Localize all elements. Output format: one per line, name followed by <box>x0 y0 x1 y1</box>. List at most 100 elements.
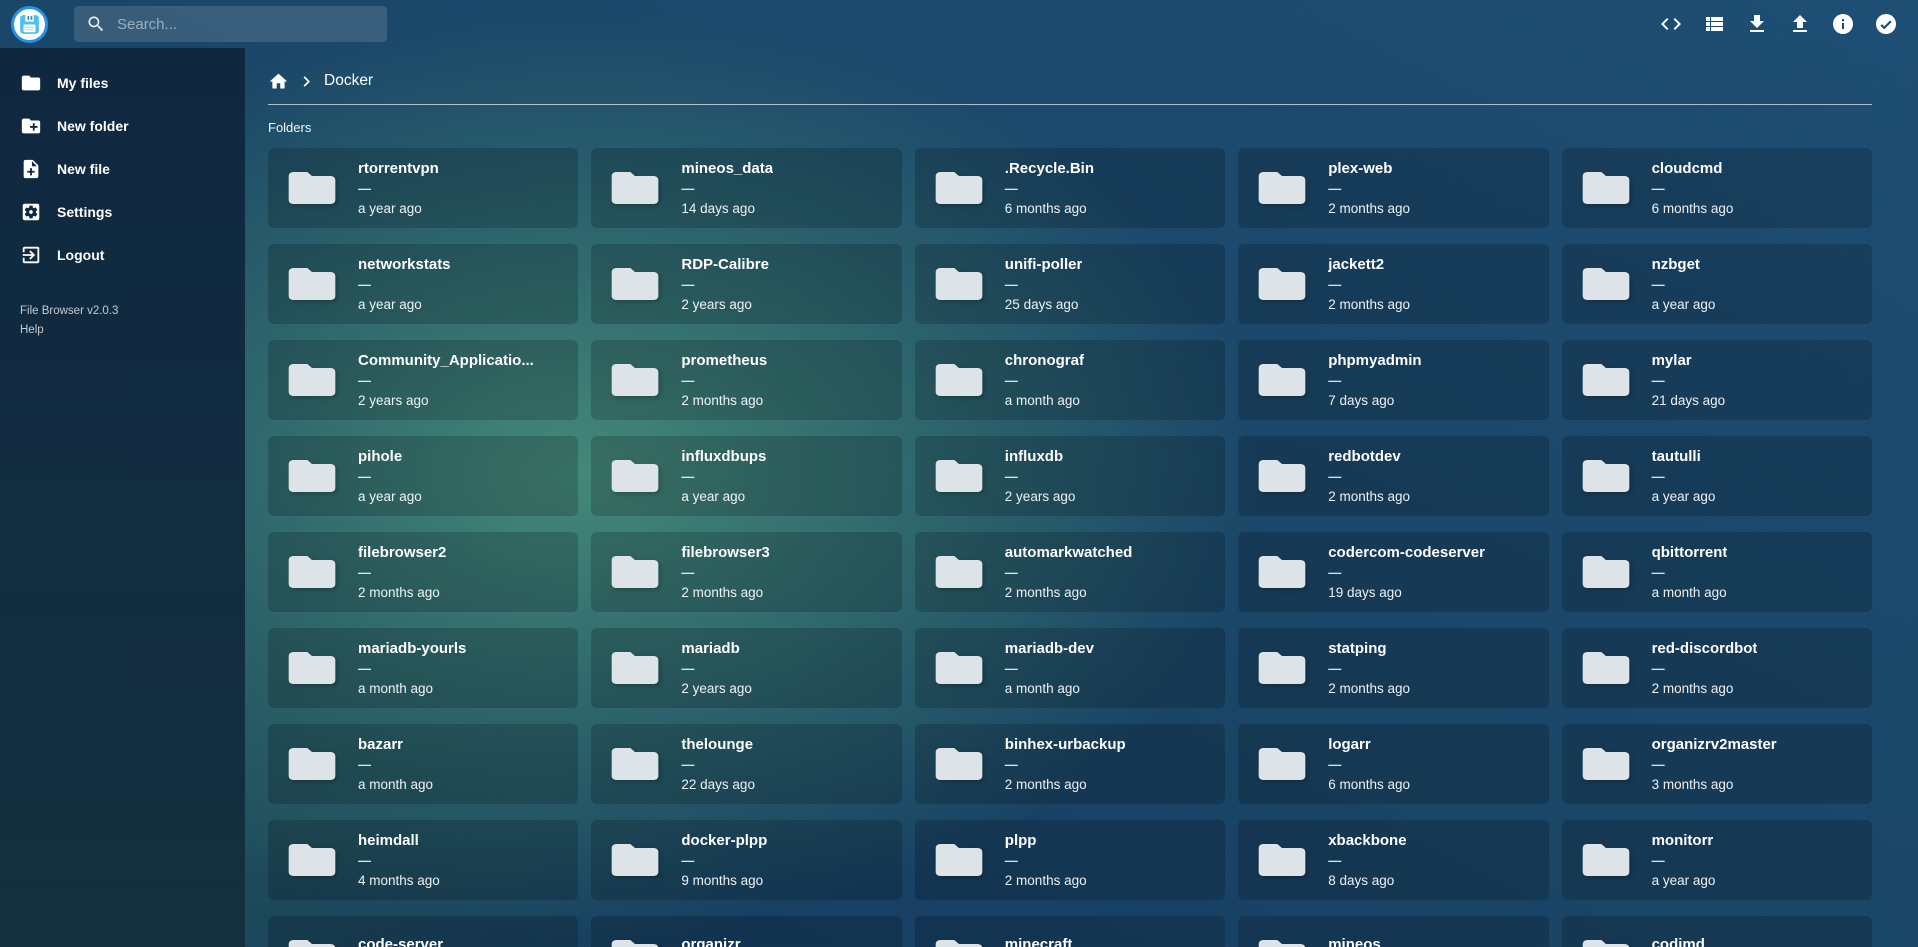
folder-name: rtorrentvpn <box>358 160 439 177</box>
search-box[interactable] <box>74 6 387 42</box>
folder-card[interactable]: tautulli — a year ago <box>1562 436 1872 516</box>
sidebar-item-settings[interactable]: Settings <box>0 190 245 233</box>
folder-card[interactable]: mariadb-dev — a month ago <box>915 628 1225 708</box>
sidebar-item-my-files[interactable]: My files <box>0 61 245 104</box>
folder-card[interactable]: code-server — <box>268 916 578 947</box>
folder-card[interactable]: networkstats — a year ago <box>268 244 578 324</box>
sidebar-item-new-folder[interactable]: New folder <box>0 104 245 147</box>
folder-card[interactable]: minecraft — <box>915 916 1225 947</box>
folder-card[interactable]: heimdall — 4 months ago <box>268 820 578 900</box>
folder-name: monitorr <box>1652 832 1716 849</box>
folder-card[interactable]: Community_Applicatio... — 2 years ago <box>268 340 578 420</box>
folder-card[interactable]: prometheus — 2 months ago <box>591 340 901 420</box>
folder-meta: filebrowser3 — 2 months ago <box>681 544 769 600</box>
folder-icon <box>1578 836 1634 884</box>
folder-card[interactable]: redbotdev — 2 months ago <box>1238 436 1548 516</box>
folder-card[interactable]: thelounge — 22 days ago <box>591 724 901 804</box>
folder-card[interactable]: mariadb — 2 years ago <box>591 628 901 708</box>
folder-name: thelounge <box>681 736 755 753</box>
folder-card[interactable]: codimd — <box>1562 916 1872 947</box>
folder-meta: automarkwatched — 2 months ago <box>1005 544 1133 600</box>
folder-meta: plex-web — 2 months ago <box>1328 160 1410 216</box>
folder-meta: mariadb-dev — a month ago <box>1005 640 1094 696</box>
folder-modified: 2 months ago <box>1005 873 1087 888</box>
folder-card[interactable]: organizrv2master — 3 months ago <box>1562 724 1872 804</box>
folder-size: — <box>681 278 769 291</box>
upload-button[interactable] <box>1788 12 1812 36</box>
folder-card[interactable]: phpmyadmin — 7 days ago <box>1238 340 1548 420</box>
folder-meta: xbackbone — 8 days ago <box>1328 832 1406 888</box>
folder-modified: 7 days ago <box>1328 393 1421 408</box>
folder-card[interactable]: mineos_data — 14 days ago <box>591 148 901 228</box>
folder-card[interactable]: binhex-urbackup — 2 months ago <box>915 724 1225 804</box>
sidebar-item-logout[interactable]: Logout <box>0 233 245 276</box>
folder-card[interactable]: mariadb-yourls — a month ago <box>268 628 578 708</box>
folder-card[interactable]: chronograf — a month ago <box>915 340 1225 420</box>
folder-name: phpmyadmin <box>1328 352 1421 369</box>
header-actions <box>1659 12 1898 36</box>
folder-card[interactable]: unifi-poller — 25 days ago <box>915 244 1225 324</box>
folder-modified: 6 months ago <box>1005 201 1094 216</box>
home-button[interactable] <box>268 71 289 92</box>
folder-name: mariadb-dev <box>1005 640 1094 657</box>
info-button[interactable] <box>1831 12 1855 36</box>
folder-modified: a year ago <box>1652 873 1716 888</box>
folder-icon <box>931 452 987 500</box>
folder-card[interactable]: codercom-codeserver — 19 days ago <box>1238 532 1548 612</box>
folder-name: mylar <box>1652 352 1726 369</box>
folder-card[interactable]: plex-web — 2 months ago <box>1238 148 1548 228</box>
folder-icon <box>1578 644 1634 692</box>
folder-name: tautulli <box>1652 448 1716 465</box>
folder-name: plpp <box>1005 832 1087 849</box>
raw-view-button[interactable] <box>1659 12 1683 36</box>
folder-size: — <box>358 662 466 675</box>
folder-modified: 2 months ago <box>1005 585 1133 600</box>
folder-card[interactable]: automarkwatched — 2 months ago <box>915 532 1225 612</box>
content: Docker Folders rtorrentvpn — a year ago … <box>245 0 1918 947</box>
select-multiple-button[interactable] <box>1874 12 1898 36</box>
folder-card[interactable]: pihole — a year ago <box>268 436 578 516</box>
folder-card[interactable]: bazarr — a month ago <box>268 724 578 804</box>
folder-card[interactable]: mineos — <box>1238 916 1548 947</box>
folder-card[interactable]: plpp — 2 months ago <box>915 820 1225 900</box>
folder-card[interactable]: influxdb — 2 years ago <box>915 436 1225 516</box>
switch-view-button[interactable] <box>1702 12 1726 36</box>
folder-card[interactable]: .Recycle.Bin — 6 months ago <box>915 148 1225 228</box>
folder-card[interactable]: xbackbone — 8 days ago <box>1238 820 1548 900</box>
folder-icon <box>931 740 987 788</box>
folder-card[interactable]: influxdbups — a year ago <box>591 436 901 516</box>
folder-card[interactable]: rtorrentvpn — a year ago <box>268 148 578 228</box>
folder-card[interactable]: red-discordbot — 2 months ago <box>1562 628 1872 708</box>
search-input[interactable] <box>117 16 375 33</box>
folder-card[interactable]: nzbget — a year ago <box>1562 244 1872 324</box>
folder-modified: 2 months ago <box>681 585 769 600</box>
sidebar-item-new-file[interactable]: New file <box>0 147 245 190</box>
folder-icon <box>607 164 663 212</box>
folder-card[interactable]: qbittorrent — a month ago <box>1562 532 1872 612</box>
folder-card[interactable]: jackett2 — 2 months ago <box>1238 244 1548 324</box>
sidebar-item-label: New file <box>57 161 110 177</box>
folder-card[interactable]: filebrowser2 — 2 months ago <box>268 532 578 612</box>
folder-card[interactable]: organizr — <box>591 916 901 947</box>
list-view-icon <box>1702 12 1726 36</box>
folder-card[interactable]: logarr — 6 months ago <box>1238 724 1548 804</box>
folder-card[interactable]: statping — 2 months ago <box>1238 628 1548 708</box>
folder-meta: networkstats — a year ago <box>358 256 451 312</box>
top-bar <box>0 0 1918 48</box>
folder-modified: 2 months ago <box>1328 297 1410 312</box>
folder-name: RDP-Calibre <box>681 256 769 273</box>
app-logo[interactable] <box>11 6 48 43</box>
folder-card[interactable]: filebrowser3 — 2 months ago <box>591 532 901 612</box>
folder-card[interactable]: RDP-Calibre — 2 years ago <box>591 244 901 324</box>
folder-card[interactable]: cloudcmd — 6 months ago <box>1562 148 1872 228</box>
folder-card[interactable]: mylar — 21 days ago <box>1562 340 1872 420</box>
folder-name: codimd <box>1652 936 1705 947</box>
folder-icon <box>931 260 987 308</box>
sidebar-item-label: Logout <box>57 247 104 263</box>
folder-card[interactable]: monitorr — a year ago <box>1562 820 1872 900</box>
download-button[interactable] <box>1745 12 1769 36</box>
folder-card[interactable]: docker-plpp — 9 months ago <box>591 820 901 900</box>
breadcrumb-current[interactable]: Docker <box>324 72 373 90</box>
folder-name: jackett2 <box>1328 256 1410 273</box>
help-link[interactable]: Help <box>20 321 44 340</box>
